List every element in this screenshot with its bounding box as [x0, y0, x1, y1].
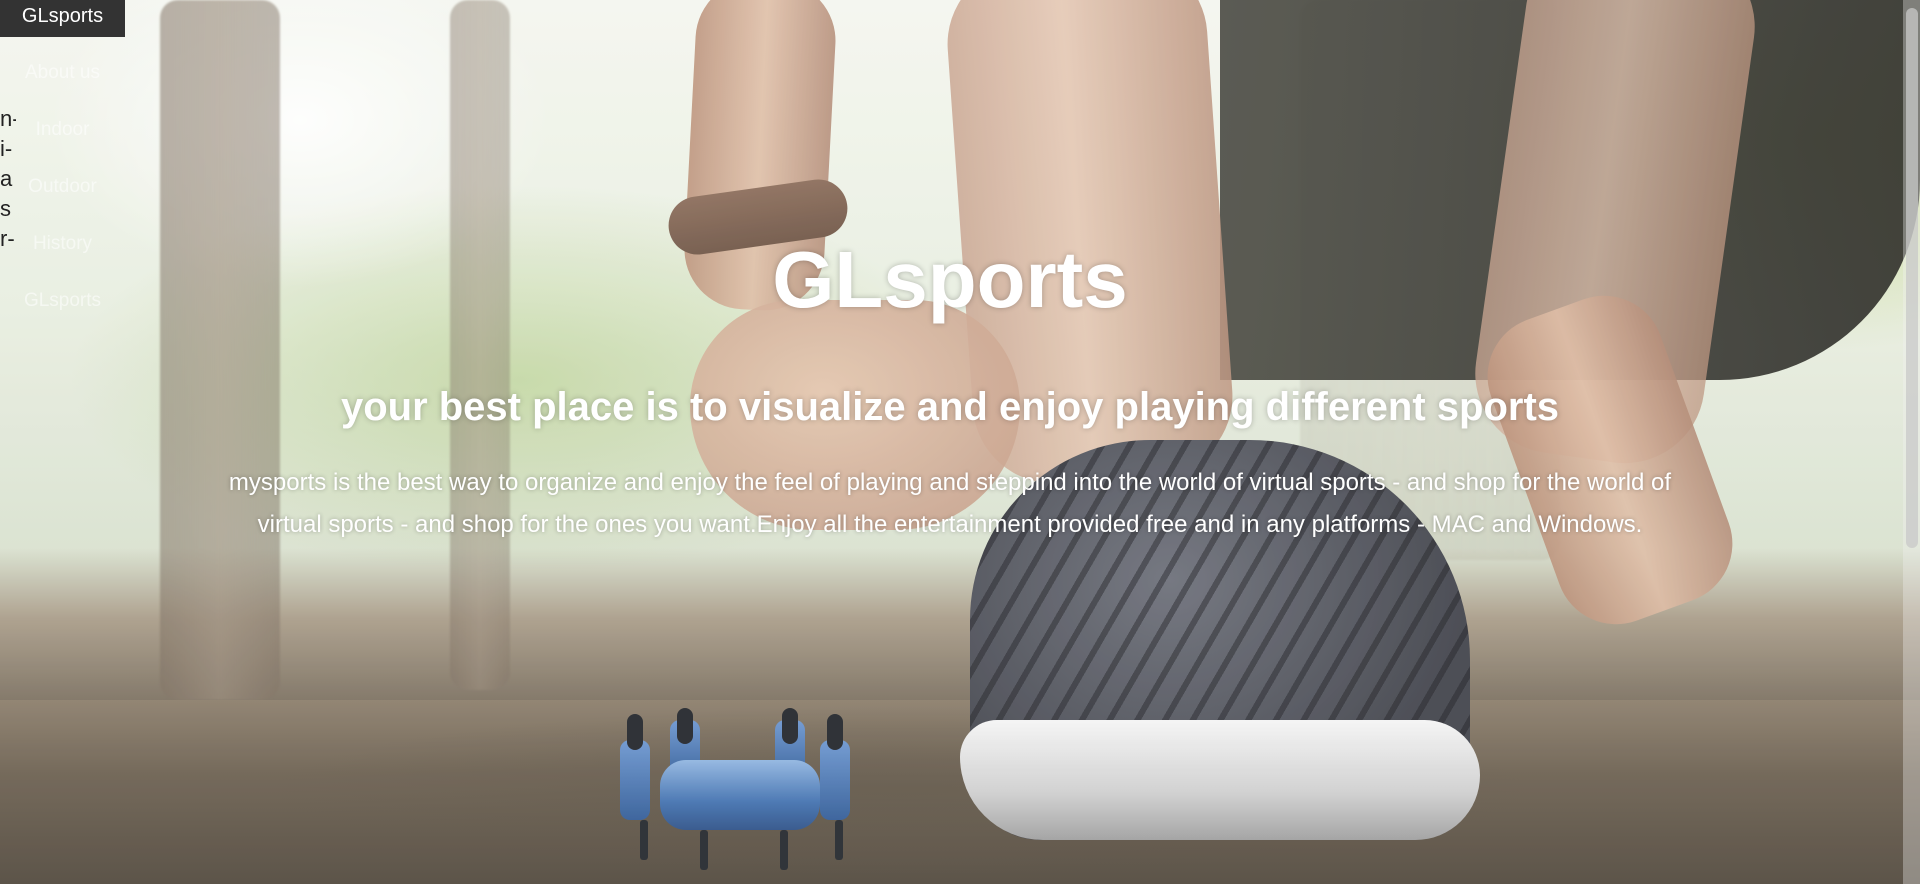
- hero-content: GLsports your best place is to visualize…: [200, 220, 1700, 546]
- nav-item-about-us[interactable]: About us: [0, 37, 125, 94]
- hero-title: GLsports: [772, 235, 1128, 324]
- hero-tagline: your best place is to visualize and enjo…: [340, 385, 1560, 429]
- nav-item-history[interactable]: History: [0, 208, 125, 265]
- side-nav: About us Indoor Outdoor History GLsports: [0, 37, 125, 322]
- hero-description: mysports is the best way to organize and…: [228, 469, 1672, 538]
- nav-item-glsports[interactable]: GLsports: [0, 265, 125, 322]
- scrollbar-thumb[interactable]: [1906, 8, 1918, 548]
- nav-item-indoor[interactable]: Indoor: [0, 94, 125, 151]
- brand-logo[interactable]: GLsports: [0, 0, 125, 37]
- nav-item-outdoor[interactable]: Outdoor: [0, 151, 125, 208]
- page: GLsports About us Indoor Outdoor History…: [0, 0, 1920, 884]
- vertical-scrollbar[interactable]: [1903, 0, 1920, 884]
